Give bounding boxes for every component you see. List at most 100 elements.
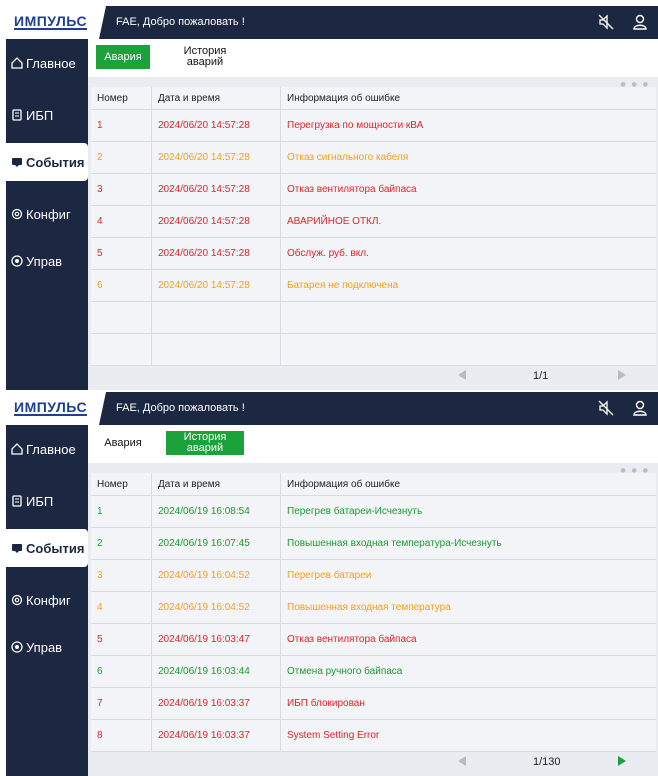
row-number: 5: [91, 623, 152, 656]
sidebar-item-label: ИБП: [26, 107, 54, 123]
row-number: 3: [91, 173, 152, 206]
row-datetime: 2024/06/20 14:57:28: [151, 141, 281, 174]
events-icon: [10, 541, 24, 555]
tab-alarm[interactable]: Авария: [96, 45, 150, 69]
row-number: 7: [91, 687, 152, 720]
pagination: 1/130: [88, 748, 658, 776]
sidebar-item-events[interactable]: События: [6, 529, 88, 567]
pagination: 1/1: [88, 362, 658, 390]
column-header: Дата и время: [151, 473, 281, 496]
row-datetime: 2024/06/20 14:57:28: [151, 205, 281, 238]
next-page-icon[interactable]: [618, 370, 626, 380]
table-row[interactable]: 5 2024/06/20 14:57:28 Обслуж. руб. вкл.: [91, 237, 656, 270]
column-header: Номер: [91, 87, 152, 110]
table-row[interactable]: 1 2024/06/19 16:08:54 Перегрев батареи-И…: [91, 495, 656, 528]
sidebar-item-home[interactable]: Главное: [6, 44, 88, 82]
row-info: Обслуж. руб. вкл.: [280, 237, 656, 270]
row-number: 6: [91, 269, 152, 302]
prev-page-icon[interactable]: [458, 370, 466, 380]
row-info: Отказ вентилятора байпаса: [280, 173, 656, 206]
sidebar-item-ups[interactable]: ИБП: [6, 96, 88, 134]
row-number: [91, 333, 152, 366]
user-icon[interactable]: [630, 12, 650, 32]
sidebar-item-label: Конфиг: [26, 592, 71, 608]
sidebar-item-control[interactable]: Управ: [6, 628, 88, 666]
prev-page-icon[interactable]: [458, 756, 466, 766]
row-info: Перегрев батареи: [280, 559, 656, 592]
speaker-muted-icon[interactable]: [596, 398, 616, 418]
tab-bar: Авария История аварий: [88, 425, 658, 463]
sidebar-item-label: Конфиг: [26, 206, 71, 222]
config-icon: [10, 593, 24, 607]
sidebar-item-label: Управ: [26, 639, 63, 655]
row-datetime: 2024/06/20 14:57:28: [151, 173, 281, 206]
sidebar-item-label: Управ: [26, 253, 63, 269]
tab-alarm[interactable]: Авария: [96, 431, 150, 455]
table-row[interactable]: 2 2024/06/19 16:07:45 Повышенная входная…: [91, 527, 656, 560]
row-number: 8: [91, 719, 152, 752]
table-row[interactable]: 6 2024/06/19 16:03:44 Отмена ручного бай…: [91, 655, 656, 688]
sidebar-item-label: События: [26, 154, 85, 170]
page-indicator: 1/130: [533, 756, 561, 768]
table-row[interactable]: 7 2024/06/19 16:03:37 ИБП блокирован: [91, 687, 656, 720]
row-number: 4: [91, 591, 152, 624]
table-row[interactable]: 5 2024/06/19 16:03:47 Отказ вентилятора …: [91, 623, 656, 656]
tab-alarm-history[interactable]: История аварий: [166, 45, 244, 69]
row-number: 5: [91, 237, 152, 270]
logo: ИМПУЛЬС: [6, 6, 106, 39]
sidebar-item-home[interactable]: Главное: [6, 430, 88, 468]
welcome-text: FAE, Добро пожаловать !: [116, 16, 245, 28]
top-bar: ИМПУЛЬС FAE, Добро пожаловать !: [6, 6, 658, 39]
table-row[interactable]: 4 2024/06/19 16:04:52 Повышенная входная…: [91, 591, 656, 624]
row-number: 6: [91, 655, 152, 688]
tab-alarm-history[interactable]: История аварий: [166, 431, 244, 455]
row-number: [91, 301, 152, 334]
column-header: Номер: [91, 473, 152, 496]
row-number: 4: [91, 205, 152, 238]
row-info: ИБП блокирован: [280, 687, 656, 720]
row-info: Повышенная входная температура: [280, 591, 656, 624]
column-header: Дата и время: [151, 87, 281, 110]
row-info: System Setting Error: [280, 719, 656, 752]
ups-icon: [10, 494, 24, 508]
row-info: Повышенная входная температура-Исчезнуть: [280, 527, 656, 560]
next-page-icon[interactable]: [618, 756, 626, 766]
table-row[interactable]: 2 2024/06/20 14:57:28 Отказ сигнального …: [91, 141, 656, 174]
page-indicator: 1/1: [533, 370, 549, 382]
row-info: Отмена ручного байпаса: [280, 655, 656, 688]
row-datetime: 2024/06/19 16:03:44: [151, 655, 281, 688]
events-table: Номер Дата и время Информация об ошибке …: [91, 87, 656, 366]
sidebar-item-ups[interactable]: ИБП: [6, 482, 88, 520]
row-datetime: 2024/06/19 16:03:37: [151, 687, 281, 720]
sidebar-item-label: События: [26, 540, 85, 556]
table-row[interactable]: [91, 333, 656, 366]
logo: ИМПУЛЬС: [6, 392, 106, 425]
speaker-muted-icon[interactable]: [596, 12, 616, 32]
table-row[interactable]: 1 2024/06/20 14:57:28 Перегрузка по мощн…: [91, 109, 656, 142]
config-icon: [10, 207, 24, 221]
table-row[interactable]: 3 2024/06/19 16:04:52 Перегрев батареи: [91, 559, 656, 592]
table-row[interactable]: 4 2024/06/20 14:57:28 АВАРИЙНОЕ ОТКЛ.: [91, 205, 656, 238]
sidebar-item-label: Главное: [26, 441, 76, 457]
control-icon: [10, 254, 24, 268]
column-header: Информация об ошибке: [280, 87, 656, 110]
home-icon: [10, 442, 24, 456]
row-datetime: 2024/06/20 14:57:28: [151, 269, 281, 302]
table-header: Номер Дата и время Информация об ошибке: [91, 87, 656, 110]
table-row[interactable]: 8 2024/06/19 16:03:37 System Setting Err…: [91, 719, 656, 752]
sidebar-item-config[interactable]: Конфиг: [6, 581, 88, 619]
table-row[interactable]: 3 2024/06/20 14:57:28 Отказ вентилятора …: [91, 173, 656, 206]
sidebar-item-control[interactable]: Управ: [6, 242, 88, 280]
user-icon[interactable]: [630, 398, 650, 418]
sidebar-item-config[interactable]: Конфиг: [6, 195, 88, 233]
table-row[interactable]: 6 2024/06/20 14:57:28 Батарея не подключ…: [91, 269, 656, 302]
column-header: Информация об ошибке: [280, 473, 656, 496]
row-datetime: 2024/06/19 16:03:47: [151, 623, 281, 656]
alarm-history-screen: ИМПУЛЬС FAE, Добро пожаловать ! Главное …: [6, 392, 658, 776]
row-info: Батарея не подключена: [280, 269, 656, 302]
sidebar-item-events[interactable]: События: [6, 143, 88, 181]
home-icon: [10, 56, 24, 70]
row-info: Отказ вентилятора байпаса: [280, 623, 656, 656]
sidebar: Главное ИБП События Конфиг Управ: [6, 425, 88, 776]
table-row[interactable]: [91, 301, 656, 334]
